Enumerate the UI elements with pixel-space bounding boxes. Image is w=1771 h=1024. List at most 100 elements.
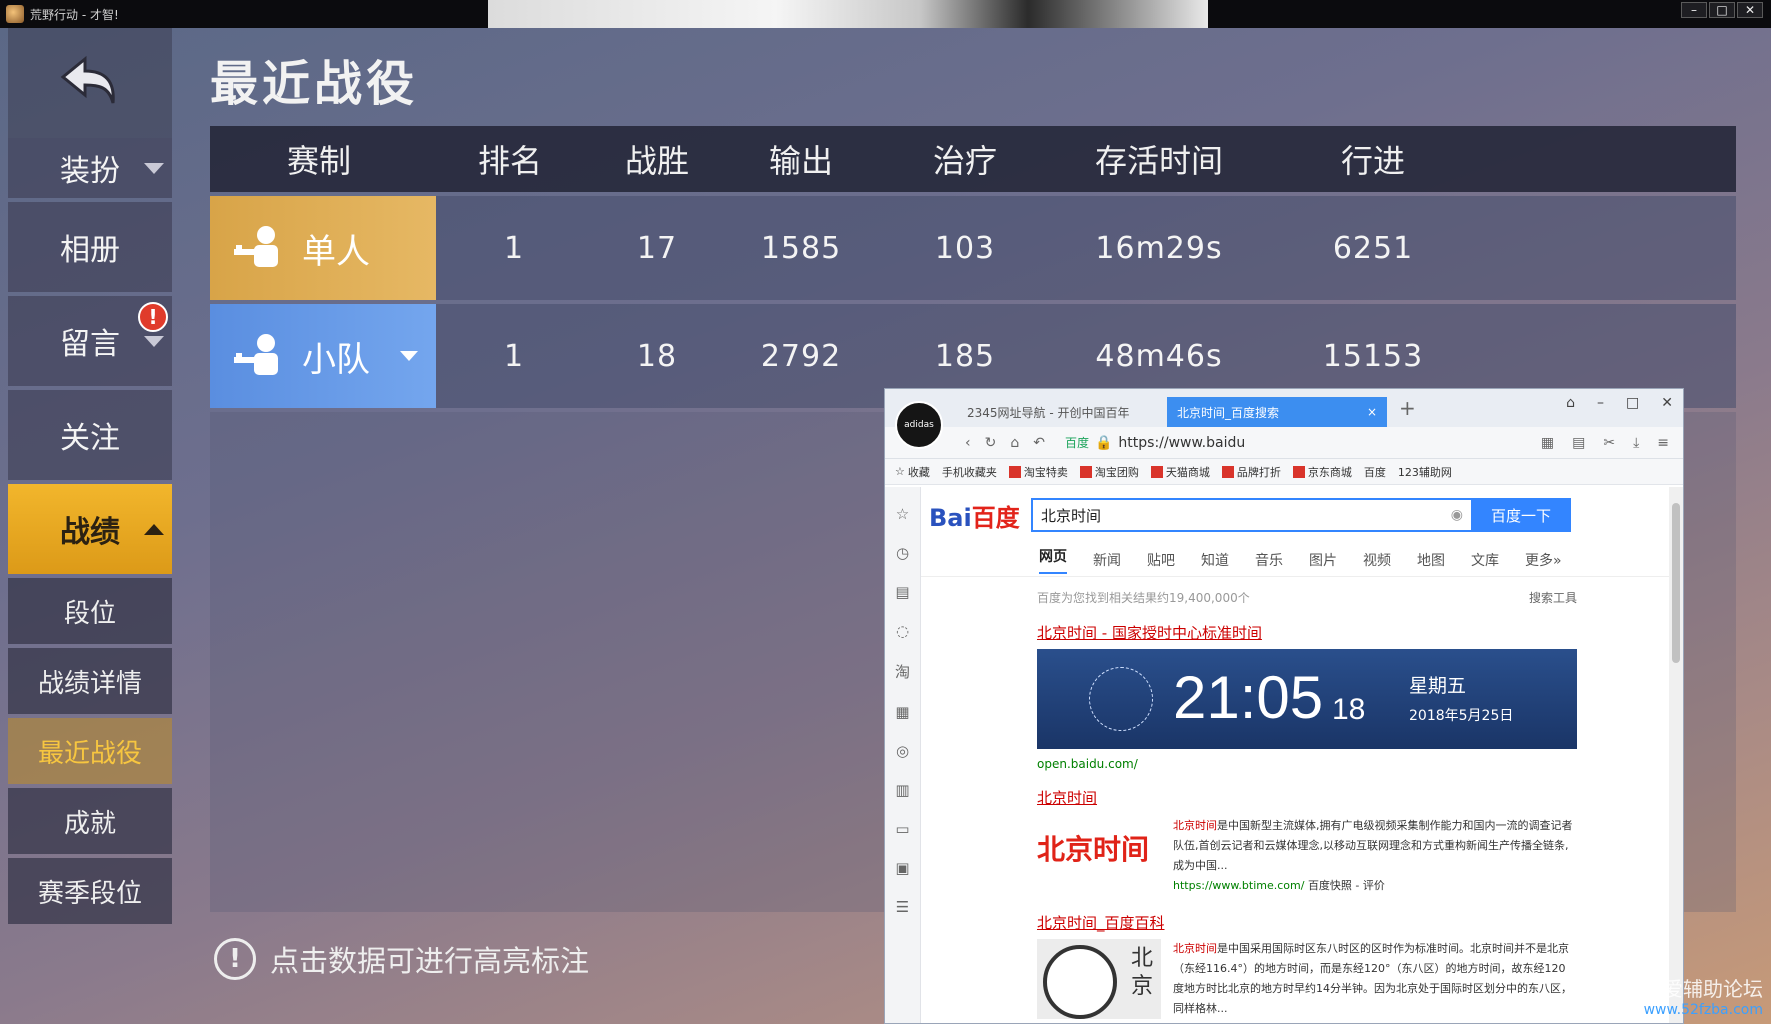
search-tab[interactable]: 地图 xyxy=(1417,550,1445,570)
result-title-link[interactable]: 北京时间 xyxy=(1037,787,1669,808)
mode-cell-squad[interactable]: 小队 xyxy=(210,304,436,408)
sidebar-item-outfit[interactable]: 装扮 xyxy=(8,138,172,198)
history-clock-icon[interactable]: ◷ xyxy=(896,544,909,562)
list-icon[interactable]: ☰ xyxy=(896,898,909,916)
video-icon[interactable]: ▥ xyxy=(895,781,909,799)
result-title-link[interactable]: 北京时间_百度百科 xyxy=(1037,912,1669,933)
browser-tab-label: 北京时间_百度搜索 xyxy=(1177,405,1280,420)
cell-rank[interactable]: 1 xyxy=(436,339,592,374)
cell-damage[interactable]: 2792 xyxy=(722,339,880,374)
bookmark-item[interactable]: 京东商城 xyxy=(1292,464,1352,480)
browser-minimize-button[interactable]: – xyxy=(1597,395,1604,411)
bookmark-item[interactable]: 品牌打折 xyxy=(1221,464,1281,480)
browser-window: adidas 2345网址导航 - 开创中国百年 北京时间_百度搜索 × + ⌂… xyxy=(884,388,1684,1024)
subnav-item-achievements[interactable]: 成就 xyxy=(8,788,172,854)
close-button[interactable]: ✕ xyxy=(1737,2,1763,18)
sidebar-item-messages[interactable]: 留言 ! xyxy=(8,296,172,386)
chat-icon[interactable]: ◌ xyxy=(896,622,909,640)
refresh-icon[interactable]: ↻ xyxy=(985,435,997,451)
result-url[interactable]: open.baidu.com/ xyxy=(1037,757,1669,771)
taobao-side-icon[interactable]: 淘 xyxy=(895,661,910,682)
search-tab[interactable]: 新闻 xyxy=(1093,550,1121,570)
tab-close-icon[interactable]: × xyxy=(1367,405,1377,419)
mode-cell-solo[interactable]: 单人 xyxy=(210,196,436,300)
result-links[interactable]: 百度快照 - 评价 xyxy=(1308,879,1385,892)
browser-tab[interactable]: 2345网址导航 - 开创中国百年 xyxy=(957,397,1167,427)
calculator-icon[interactable]: ▣ xyxy=(895,859,909,877)
search-tab-more[interactable]: 更多» xyxy=(1525,550,1562,570)
cell-travel[interactable]: 15153 xyxy=(1268,339,1478,374)
subnav-item-season-rank[interactable]: 赛季段位 xyxy=(8,858,172,924)
back-icon[interactable]: ‹ xyxy=(965,435,971,451)
dropdown-triangle-icon[interactable] xyxy=(400,351,418,361)
search-tab[interactable]: 文库 xyxy=(1471,550,1499,570)
scrollbar-thumb[interactable] xyxy=(1672,503,1680,663)
camera-icon[interactable]: ◉ xyxy=(1451,507,1463,523)
sidebar-item-follow[interactable]: 关注 xyxy=(8,390,172,480)
bookmark-item[interactable]: 手机收藏夹 xyxy=(942,464,997,480)
browser-close-button[interactable]: ✕ xyxy=(1661,395,1673,411)
back-button[interactable] xyxy=(8,28,172,138)
monitor-icon[interactable]: ▭ xyxy=(895,820,909,838)
search-tab[interactable]: 音乐 xyxy=(1255,550,1283,570)
search-tools-button[interactable]: 搜索工具 xyxy=(1529,589,1577,606)
subnav-item-recent-battles[interactable]: 最近战役 xyxy=(8,718,172,784)
snippet-highlight: 北京时间 xyxy=(1173,942,1217,955)
bookmark-item[interactable]: 天猫商城 xyxy=(1150,464,1210,480)
search-button[interactable]: 百度一下 xyxy=(1471,498,1571,532)
browser-maximize-button[interactable]: □ xyxy=(1626,395,1639,411)
scissors-icon[interactable]: ✂ xyxy=(1603,435,1615,451)
bookmark-item[interactable]: 123辅助网 xyxy=(1398,464,1452,480)
clock-image[interactable]: 北京 xyxy=(1037,939,1161,1019)
apps-icon[interactable]: ▦ xyxy=(1541,435,1554,451)
skin-icon[interactable]: ⌂ xyxy=(1566,395,1575,411)
menu-icon[interactable]: ≡ xyxy=(1657,435,1669,451)
address-bar[interactable]: 百度 🔒 https://www.baidu xyxy=(1065,434,1245,451)
calendar-icon[interactable]: ▦ xyxy=(895,703,909,721)
table-row[interactable]: 单人 1 17 1585 103 16m29s 6251 xyxy=(210,196,1736,300)
cell-survive-time[interactable]: 48m46s xyxy=(1050,339,1268,374)
cell-heal[interactable]: 185 xyxy=(880,339,1050,374)
search-tab[interactable]: 图片 xyxy=(1309,550,1337,570)
browser-logo[interactable]: adidas xyxy=(895,401,943,449)
cell-rank[interactable]: 1 xyxy=(436,231,592,266)
maximize-button[interactable]: □ xyxy=(1709,2,1735,18)
bookmark-item[interactable]: 百度 xyxy=(1364,464,1386,480)
baidu-logo[interactable]: Bai百度 xyxy=(929,498,1031,533)
snippet-text: 是中国采用国际时区东八时区的区时作为标准时间。北京时间并不是北京（东经116.4… xyxy=(1173,942,1572,1015)
gamepad-icon[interactable]: ◎ xyxy=(896,742,909,760)
sidebar-item-records[interactable]: 战绩 xyxy=(8,484,172,574)
bookmark-item[interactable]: ☆ 收藏 xyxy=(895,464,930,480)
cell-survive-time[interactable]: 16m29s xyxy=(1050,231,1268,266)
search-tab[interactable]: 知道 xyxy=(1201,550,1229,570)
search-tab-web[interactable]: 网页 xyxy=(1039,546,1067,574)
search-input[interactable]: 北京时间 ◉ xyxy=(1031,498,1471,532)
url-text[interactable]: https://www.baidu xyxy=(1118,435,1245,451)
search-tab[interactable]: 贴吧 xyxy=(1147,550,1175,570)
btime-logo[interactable]: 北京时间 xyxy=(1037,816,1161,880)
cell-damage[interactable]: 1585 xyxy=(722,231,880,266)
subnav-item-rank[interactable]: 段位 xyxy=(8,578,172,644)
column-header: 输出 xyxy=(768,142,833,180)
cell-heal[interactable]: 103 xyxy=(880,231,1050,266)
home-icon[interactable]: ⌂ xyxy=(1010,435,1019,451)
result-url[interactable]: https://www.btime.com/ xyxy=(1173,879,1304,892)
search-tab[interactable]: 视频 xyxy=(1363,550,1391,570)
news-icon[interactable]: ▤ xyxy=(895,583,909,601)
browser-scrollbar[interactable] xyxy=(1669,487,1683,1023)
result-title-link[interactable]: 北京时间 - 国家授时中心标准时间 xyxy=(1037,622,1669,643)
minimize-button[interactable]: – xyxy=(1681,2,1707,18)
browser-tab-active[interactable]: 北京时间_百度搜索 × xyxy=(1167,397,1387,427)
bookmark-item[interactable]: 淘宝特卖 xyxy=(1008,464,1068,480)
new-tab-button[interactable]: + xyxy=(1399,396,1416,420)
cell-travel[interactable]: 6251 xyxy=(1268,231,1478,266)
download-icon[interactable]: ⤓ xyxy=(1633,435,1639,451)
reader-icon[interactable]: ▤ xyxy=(1572,435,1585,451)
cell-wins[interactable]: 17 xyxy=(592,231,722,266)
bookmark-item[interactable]: 淘宝团购 xyxy=(1079,464,1139,480)
sidebar-item-album[interactable]: 相册 xyxy=(8,202,172,292)
cell-wins[interactable]: 18 xyxy=(592,339,722,374)
undo-icon[interactable]: ↶ xyxy=(1033,435,1045,451)
favorite-star-icon[interactable]: ☆ xyxy=(896,505,909,523)
subnav-item-record-details[interactable]: 战绩详情 xyxy=(8,648,172,714)
